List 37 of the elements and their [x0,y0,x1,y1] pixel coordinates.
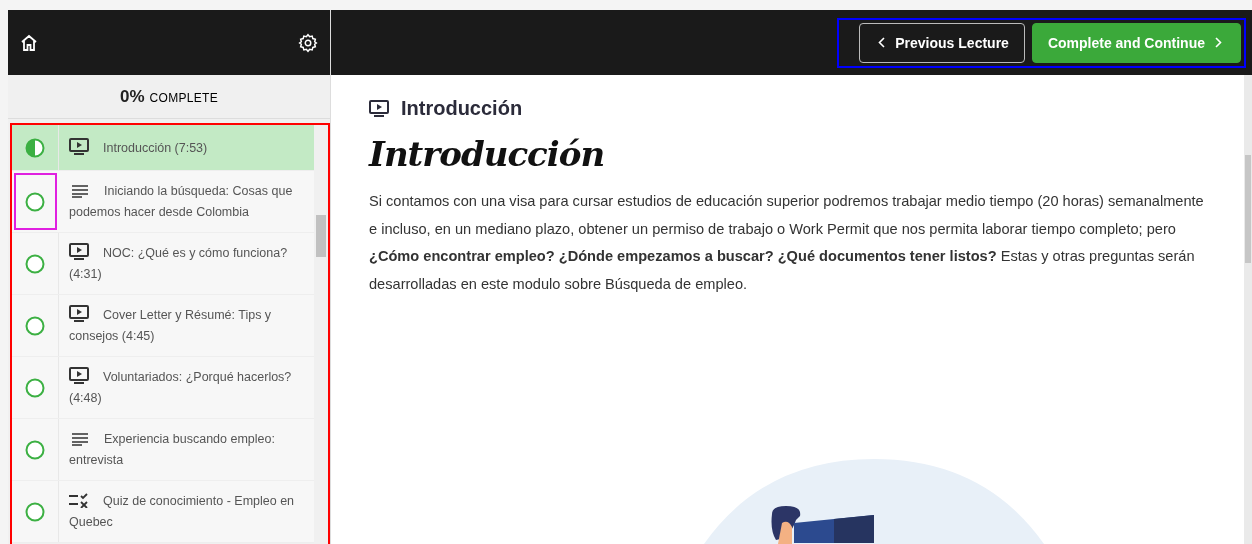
lecture-item[interactable]: Iniciando la búsqueda: Cosas que podemos hacer desde Colombia [12,171,314,233]
lecture-title: Introducción [401,97,523,120]
lecture-title: Voluntariados: ¿Porqué hacerlos? (4:48) [69,367,306,409]
lecture-title: Introducción (7:53) [69,137,208,159]
chevron-left-icon [878,37,886,48]
lecture-item[interactable]: Voluntariados: ¿Porqué hacerlos? (4:48) [12,357,314,419]
lecture-item[interactable]: NOC: ¿Qué es y cómo funciona? (4:31) [12,233,314,295]
lecture-item[interactable]: Quiz de conocimiento - Empleo en Quebec [12,481,314,543]
lecture-title: NOC: ¿Qué es y cómo funciona? (4:31) [69,243,306,285]
scrollbar-thumb[interactable] [1245,155,1251,263]
progress-label: COMPLETE [149,90,218,105]
play-screen-icon [69,137,89,155]
text-lines-icon [72,433,88,446]
progress-percent: 0% [120,86,145,107]
play-screen-icon [69,243,89,260]
play-screen-icon [69,305,89,322]
play-screen-icon [369,100,389,117]
checklist-icon [69,493,89,508]
lecture-item[interactable]: Cover Letter y Résumé: Tips y consejos (4:45) [12,295,314,357]
lecture-text: Si contamos con una visa para cursar estudios de educación superior podremos trabajar medio tiempo (20 horas) semanalmente e incluso, en un mediano plazo, obtener un permiso de trabajo o Work Permit que nos permita laborar tiempo completo; pero ¿Cómo encontrar empleo? ¿Dónde empezamos a buscar? ¿Qué documentos tener listos? Estas y otras preguntas serán desarrolladas en este modulo sobre Búsqueda de empleo. [369,192,1204,294]
lecture-heading: Introducción [369,134,606,174]
settings-button[interactable] [298,32,318,53]
scrollbar-thumb[interactable] [316,215,326,257]
lecture-title: Quiz de conocimiento - Empleo en Quebec [69,492,296,531]
play-screen-icon [69,367,89,384]
lecture-item[interactable]: Introducción (7:53) [12,125,314,171]
text-lines-icon [72,185,88,198]
lecture-item[interactable]: Experiencia buscando empleo: entrevista [12,419,314,481]
previous-lecture-button[interactable]: Previous Lecture [859,22,1025,63]
chevron-right-icon [1215,37,1222,48]
lecture-title: Iniciando la búsqueda: Cosas que podemos hacer desde Colombia [69,183,294,221]
scrollbar[interactable] [1244,75,1252,544]
lecture-title: Experiencia buscando empleo: entrevista [69,431,276,469]
home-icon [20,33,38,52]
settings-icon [298,32,318,53]
home-button[interactable] [20,33,38,52]
lecture-title: Cover Letter y Résumé: Tips y consejos (4:45) [69,305,306,347]
